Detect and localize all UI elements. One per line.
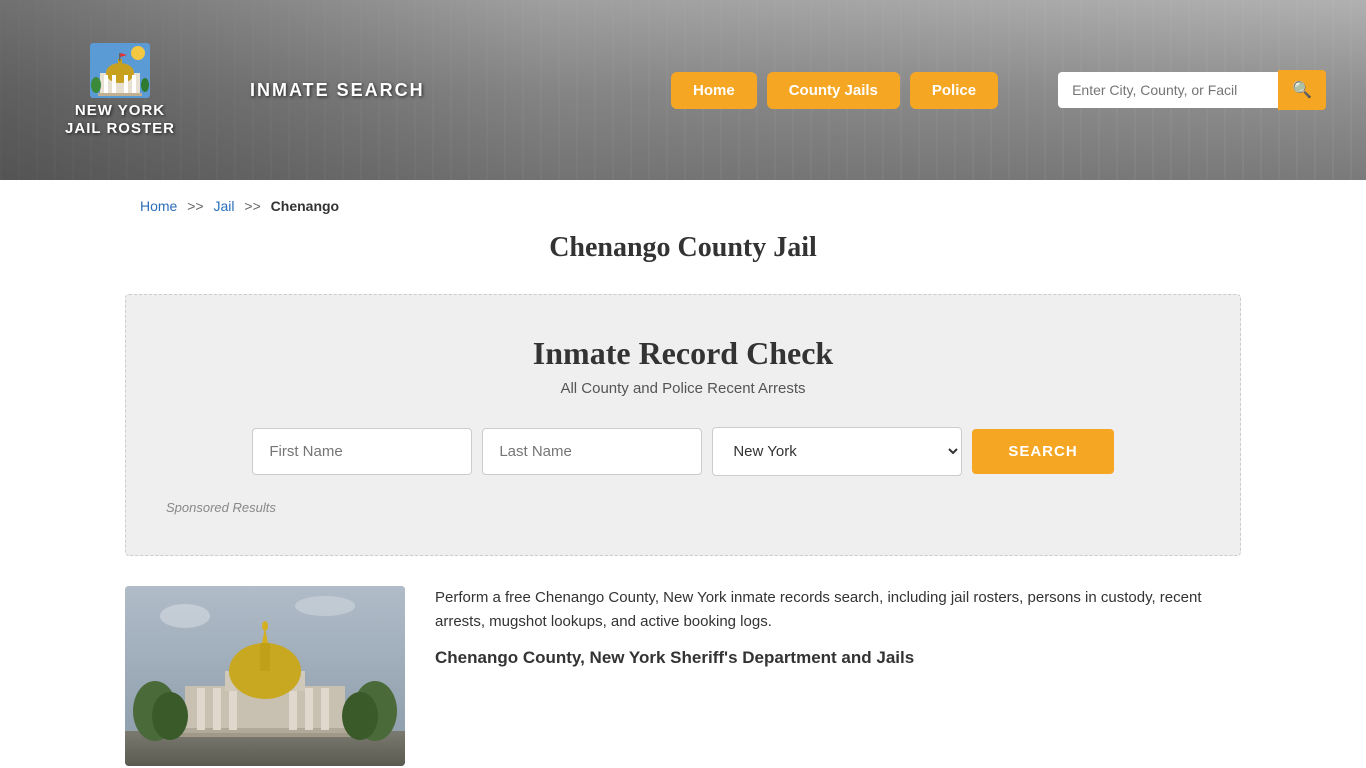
breadcrumb-home[interactable]: Home [140,198,177,214]
page-title: Chenango County Jail [0,232,1366,264]
state-select[interactable]: AlabamaAlaskaArizonaArkansasCaliforniaCo… [712,427,962,476]
bottom-subheading: Chenango County, New York Sheriff's Depa… [435,648,1241,668]
logo-area[interactable]: NEW YORK JAIL ROSTER [40,43,200,138]
record-check-subtitle: All County and Police Recent Arrests [166,380,1200,397]
capitol-illustration [125,586,405,766]
nav-county-jails[interactable]: County Jails [767,72,900,109]
main-nav: Home County Jails Police [671,72,998,109]
bottom-text-area: Perform a free Chenango County, New York… [435,586,1241,766]
bottom-description: Perform a free Chenango County, New York… [435,586,1241,634]
breadcrumb-jail[interactable]: Jail [214,198,235,214]
building-image [125,586,405,766]
header-search-input[interactable] [1058,72,1278,108]
inmate-search-label: INMATE SEARCH [250,80,425,101]
last-name-input[interactable] [482,428,702,475]
record-check-title: Inmate Record Check [166,335,1200,372]
first-name-input[interactable] [252,428,472,475]
bottom-section: Perform a free Chenango County, New York… [0,586,1366,766]
breadcrumb-sep1: >> [187,198,203,214]
breadcrumb: Home >> Jail >> Chenango [0,180,1366,232]
record-search-button[interactable]: SEARCH [972,429,1113,474]
logo-text: NEW YORK JAIL ROSTER [65,102,175,138]
site-header: NEW YORK JAIL ROSTER INMATE SEARCH Home … [0,0,1366,180]
nav-police[interactable]: Police [910,72,998,109]
nav-home[interactable]: Home [671,72,757,109]
breadcrumb-current: Chenango [271,198,339,214]
breadcrumb-sep2: >> [244,198,260,214]
site-logo-icon [90,43,150,98]
record-check-section: Inmate Record Check All County and Polic… [125,294,1241,556]
sponsored-label: Sponsored Results [166,500,1200,515]
record-check-form: AlabamaAlaskaArizonaArkansasCaliforniaCo… [166,427,1200,476]
header-search-button[interactable]: 🔍 [1278,70,1326,110]
header-search-area: 🔍 [1058,70,1326,110]
